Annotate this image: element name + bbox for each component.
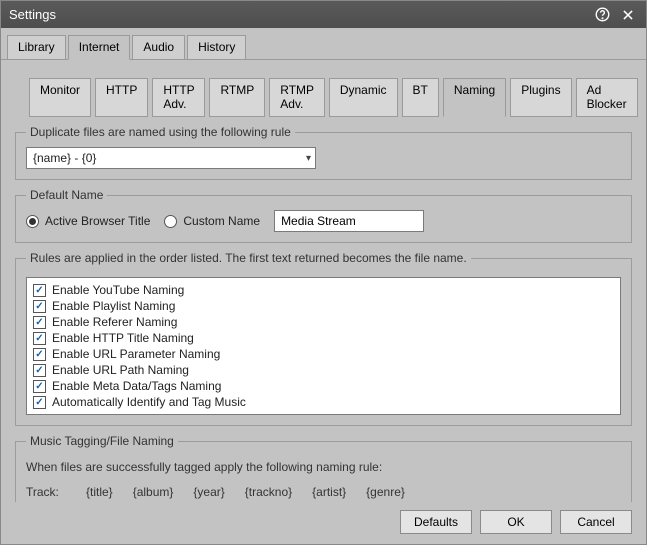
rule-label: Enable Referer Naming — [52, 315, 177, 329]
radio-custom-name[interactable]: Custom Name — [164, 214, 260, 228]
rule-item[interactable]: Enable Playlist Naming — [33, 298, 614, 314]
duplicate-legend: Duplicate files are named using the foll… — [26, 125, 295, 139]
rule-item[interactable]: Enable Referer Naming — [33, 314, 614, 330]
track-token: {year} — [193, 481, 224, 502]
rule-item[interactable]: Enable HTTP Title Naming — [33, 330, 614, 346]
checkbox-icon — [33, 364, 46, 377]
sub-tab-dynamic[interactable]: Dynamic — [329, 78, 398, 117]
radio-active-browser-label: Active Browser Title — [45, 214, 150, 228]
main-tab-history[interactable]: History — [187, 35, 246, 60]
radio-icon — [26, 215, 39, 228]
rule-label: Enable URL Path Naming — [52, 363, 189, 377]
track-token: {genre} — [366, 481, 405, 502]
rule-label: Enable HTTP Title Naming — [52, 331, 194, 345]
ok-button[interactable]: OK — [480, 510, 552, 534]
settings-window: Settings LibraryInternetAudioHistory Mon… — [0, 0, 647, 545]
default-name-legend: Default Name — [26, 188, 107, 202]
duplicate-rule-value: {name} - {0} — [33, 151, 96, 165]
track-token: {title} — [86, 481, 113, 502]
checkbox-icon — [33, 332, 46, 345]
rule-item[interactable]: Enable Meta Data/Tags Naming — [33, 378, 614, 394]
main-tab-audio[interactable]: Audio — [132, 35, 185, 60]
checkbox-icon — [33, 380, 46, 393]
checkbox-icon — [33, 284, 46, 297]
tagging-intro: When files are successfully tagged apply… — [26, 456, 621, 479]
checkbox-icon — [33, 348, 46, 361]
default-name-fieldset: Default Name Active Browser Title Custom… — [15, 188, 632, 243]
sub-tab-monitor[interactable]: Monitor — [29, 78, 91, 117]
sub-tab-ad-blocker[interactable]: Ad Blocker — [576, 78, 638, 117]
sub-tab-http[interactable]: HTTP — [95, 78, 148, 117]
tagging-fieldset: Music Tagging/File Naming When files are… — [15, 434, 632, 502]
track-token: {trackno} — [245, 481, 292, 502]
sub-tab-naming[interactable]: Naming — [443, 78, 506, 117]
track-tokens-row: Track: {title} {album} {year} {trackno} {arti… — [26, 481, 621, 502]
titlebar: Settings — [1, 1, 646, 28]
rules-list: Enable YouTube Naming Enable Playlist Nam… — [26, 277, 621, 415]
track-label: Track: — [26, 481, 66, 502]
custom-name-input[interactable] — [274, 210, 424, 232]
rule-label: Enable Playlist Naming — [52, 299, 175, 313]
sub-tab-plugins[interactable]: Plugins — [510, 78, 571, 117]
sub-tabs: MonitorHTTPHTTP Adv.RTMPRTMP Adv.Dynamic… — [15, 68, 632, 117]
cancel-button[interactable]: Cancel — [560, 510, 632, 534]
sub-tab-http-adv-[interactable]: HTTP Adv. — [152, 78, 205, 117]
help-icon[interactable] — [592, 5, 612, 25]
rule-item[interactable]: Enable URL Path Naming — [33, 362, 614, 378]
sub-tab-rtmp[interactable]: RTMP — [209, 78, 265, 117]
duplicate-rule-select[interactable]: {name} - {0} ▾ — [26, 147, 316, 169]
rule-label: Automatically Identify and Tag Music — [52, 395, 246, 409]
tagging-legend: Music Tagging/File Naming — [26, 434, 178, 448]
sub-tab-rtmp-adv-[interactable]: RTMP Adv. — [269, 78, 325, 117]
checkbox-icon — [33, 300, 46, 313]
rule-item[interactable]: Enable YouTube Naming — [33, 282, 614, 298]
rule-label: Enable URL Parameter Naming — [52, 347, 220, 361]
track-token: {album} — [133, 481, 174, 502]
chevron-down-icon: ▾ — [306, 153, 311, 164]
radio-active-browser[interactable]: Active Browser Title — [26, 214, 150, 228]
main-tab-library[interactable]: Library — [7, 35, 66, 60]
window-title: Settings — [9, 7, 56, 22]
dialog-buttons: Defaults OK Cancel — [1, 502, 646, 544]
radio-custom-name-label: Custom Name — [183, 214, 260, 228]
rules-fieldset: Rules are applied in the order listed. T… — [15, 251, 632, 426]
rule-label: Enable Meta Data/Tags Naming — [52, 379, 221, 393]
sub-tab-bt[interactable]: BT — [402, 78, 439, 117]
checkbox-icon — [33, 316, 46, 329]
checkbox-icon — [33, 396, 46, 409]
rule-item[interactable]: Automatically Identify and Tag Music — [33, 394, 614, 410]
duplicate-fieldset: Duplicate files are named using the foll… — [15, 125, 632, 180]
rule-item[interactable]: Enable URL Parameter Naming — [33, 346, 614, 362]
track-token: {artist} — [312, 481, 346, 502]
radio-icon — [164, 215, 177, 228]
content-area: MonitorHTTPHTTP Adv.RTMPRTMP Adv.Dynamic… — [1, 60, 646, 502]
rules-legend: Rules are applied in the order listed. T… — [26, 251, 471, 265]
defaults-button[interactable]: Defaults — [400, 510, 472, 534]
close-icon[interactable] — [618, 5, 638, 25]
rule-label: Enable YouTube Naming — [52, 283, 184, 297]
tagging-help: When files are successfully tagged apply… — [26, 456, 621, 502]
main-tab-internet[interactable]: Internet — [68, 35, 131, 60]
main-tabs: LibraryInternetAudioHistory — [1, 28, 646, 60]
